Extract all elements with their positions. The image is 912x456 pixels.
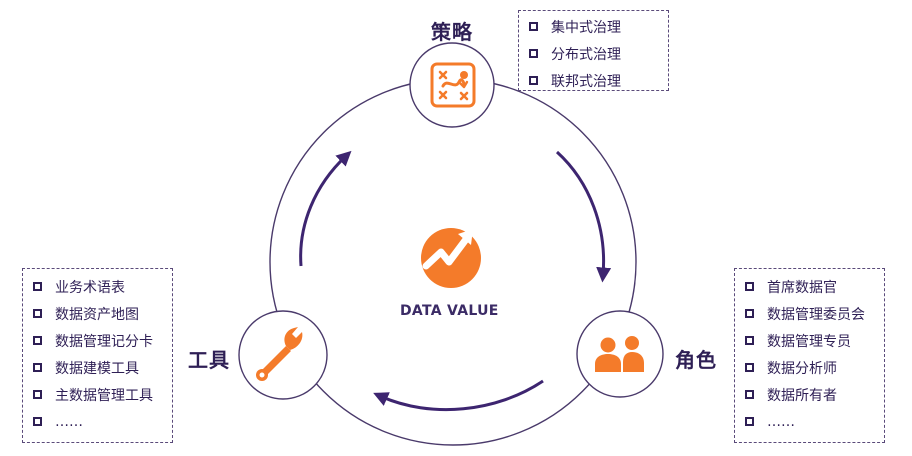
checkbox-icon — [529, 49, 538, 58]
list-item: 数据管理记分卡 — [33, 327, 172, 354]
list-item: 联邦式治理 — [529, 67, 668, 94]
strategy-title: 策略 — [431, 20, 473, 44]
checkbox-icon — [33, 282, 42, 291]
list-item: …… — [33, 408, 172, 435]
center-label: DATA VALUE — [400, 303, 499, 319]
list-item: 主数据管理工具 — [33, 381, 172, 408]
checkbox-icon — [33, 363, 42, 372]
list-item: 数据建模工具 — [33, 354, 172, 381]
arrow-strategy-to-roles — [555, 150, 612, 283]
checkbox-icon — [745, 417, 754, 426]
checkbox-icon — [745, 282, 754, 291]
tools-title: 工具 — [188, 348, 230, 372]
arrow-roles-to-tools — [373, 379, 544, 412]
list-item: 业务术语表 — [33, 273, 172, 300]
checkbox-icon — [745, 363, 754, 372]
list-item: 分布式治理 — [529, 40, 668, 67]
strategy-list-box: 集中式治理 分布式治理 联邦式治理 — [518, 10, 669, 91]
checkbox-icon — [33, 417, 42, 426]
checkbox-icon — [745, 309, 754, 318]
checkbox-icon — [33, 390, 42, 399]
tools-list-box: 业务术语表 数据资产地图 数据管理记分卡 数据建模工具 主数据管理工具 …… — [22, 268, 173, 443]
list-item: 数据资产地图 — [33, 300, 172, 327]
list-item: 首席数据官 — [745, 273, 884, 300]
list-item: 数据所有者 — [745, 381, 884, 408]
list-item: 数据管理委员会 — [745, 300, 884, 327]
list-item: 集中式治理 — [529, 13, 668, 40]
checkbox-icon — [33, 309, 42, 318]
checkbox-icon — [529, 22, 538, 31]
checkbox-icon — [745, 390, 754, 399]
list-item: 数据分析师 — [745, 354, 884, 381]
checkbox-icon — [33, 336, 42, 345]
roles-title: 角色 — [675, 348, 717, 372]
arrow-tools-to-strategy — [299, 150, 352, 267]
roles-list-box: 首席数据官 数据管理委员会 数据管理专员 数据分析师 数据所有者 …… — [734, 268, 885, 443]
roles-node — [576, 310, 664, 398]
growth-arrow-icon — [421, 228, 481, 288]
list-item: 数据管理专员 — [745, 327, 884, 354]
checkbox-icon — [529, 76, 538, 85]
list-item: …… — [745, 408, 884, 435]
checkbox-icon — [745, 336, 754, 345]
